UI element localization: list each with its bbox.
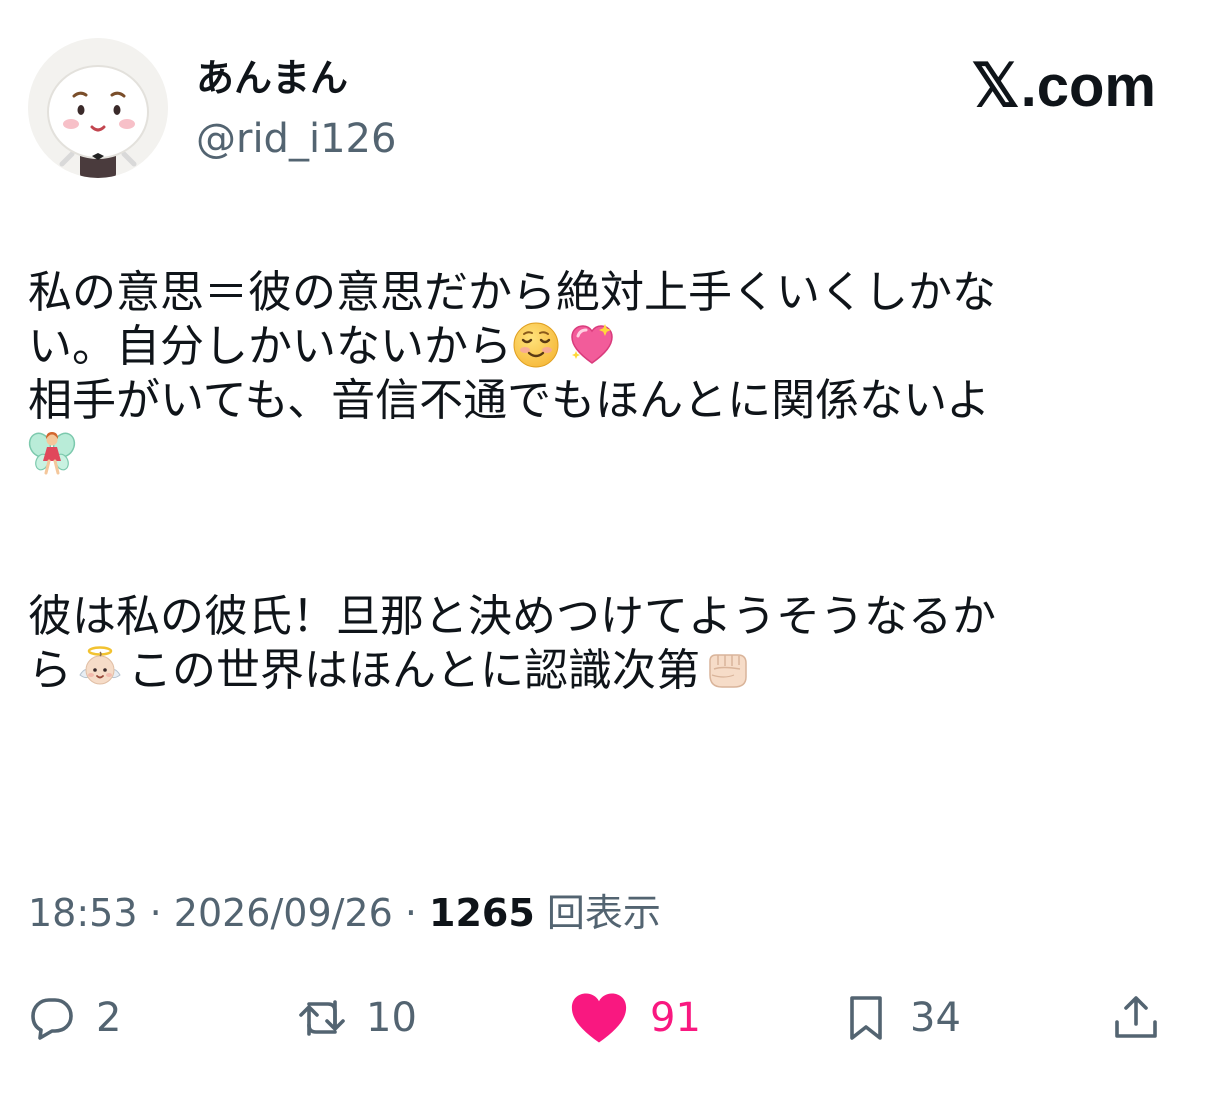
x-logo-glyph: 𝕏 xyxy=(971,52,1020,119)
brand-suffix: .com xyxy=(1020,53,1156,119)
post-line-1: 私の意思＝彼の意思だから絶対上手くいくしかな xyxy=(28,267,996,318)
views-label: 回表示 xyxy=(534,891,661,935)
smiling-face-emoji-icon xyxy=(513,322,559,368)
user-handle[interactable]: @rid_i126 xyxy=(196,114,396,164)
post-line-4 xyxy=(28,428,1178,482)
reply-button[interactable]: 2 xyxy=(28,988,121,1048)
display-name[interactable]: あんまん xyxy=(196,54,348,102)
meta-separator: · xyxy=(392,891,430,935)
fairy-emoji-icon xyxy=(28,432,76,475)
views-count: 1265 xyxy=(429,891,535,935)
x-com-logo: 𝕏 .com xyxy=(971,52,1156,119)
like-button[interactable]: 91 xyxy=(568,988,701,1048)
sparkling-heart-emoji-icon xyxy=(571,324,613,364)
post-line-6-end: この世界はほんとに認識次第 xyxy=(128,645,700,696)
post-meta: 18:53 · 2026/09/26 · 1265 回表示 xyxy=(28,888,661,938)
post-blank-line xyxy=(28,482,1178,590)
oncoming-fist-emoji-icon xyxy=(709,654,747,688)
post-date[interactable]: 2026/09/26 xyxy=(174,891,393,935)
action-bar: 2 10 91 34 xyxy=(28,988,1178,1048)
post-line-3: 相手がいても、音信不通でもほんとに関係ないよ xyxy=(28,375,991,426)
heart-icon xyxy=(571,993,627,1043)
baby-angel-emoji-icon xyxy=(79,646,121,685)
retweet-count: 10 xyxy=(366,995,417,1041)
post-text: 私の意思＝彼の意思だから絶対上手くいくしかな い。自分しかいないから 相手がいて… xyxy=(28,266,1178,698)
bookmark-count: 34 xyxy=(910,995,961,1041)
reply-count: 2 xyxy=(96,995,122,1041)
bookmark-icon xyxy=(850,996,882,1040)
avatar-character-image xyxy=(28,38,168,178)
post-line-2-text: い。自分しかいないから xyxy=(28,321,512,372)
meta-separator: · xyxy=(137,891,174,935)
bookmark-button[interactable]: 34 xyxy=(842,988,961,1048)
post-line-2: い。自分しかいないから xyxy=(28,320,1178,374)
avatar[interactable] xyxy=(28,38,168,178)
post-line-5: 彼は私の彼氏！旦那と決めつけてようそうなるか xyxy=(28,591,996,642)
post-line-6-start: ら xyxy=(28,645,72,696)
retweet-button[interactable]: 10 xyxy=(298,988,417,1048)
share-button[interactable] xyxy=(1112,988,1160,1048)
share-icon xyxy=(1115,996,1157,1038)
post-time[interactable]: 18:53 xyxy=(28,891,138,935)
like-count: 91 xyxy=(650,995,701,1041)
retweet-icon xyxy=(299,1000,345,1036)
reply-icon xyxy=(31,998,73,1040)
post-line-6: ら この世界はほんとに認識次第 xyxy=(28,644,1178,698)
